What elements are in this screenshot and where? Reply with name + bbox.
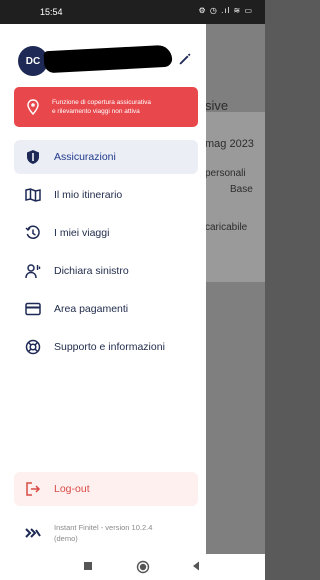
version-text: Instant Finitel - version 10.2.4 (demo) (54, 522, 152, 544)
history-icon (24, 224, 42, 242)
bg-date-fragment: mag 2023 (205, 138, 254, 150)
status-icons: ⚙ ◷ .ıl ≋ ▭ (198, 6, 253, 15)
menu-item-sinistro[interactable]: Dichiara sinistro (14, 254, 198, 288)
bg-personal-fragment: personali (205, 168, 246, 179)
bg-loadable-fragment: caricabile (205, 222, 248, 233)
menu-item-label: I miei viaggi (54, 227, 110, 239)
redacted-user-name (43, 44, 173, 74)
navigation-drawer: DC Funzione di copertura assicurativa e … (0, 24, 206, 554)
report-icon (24, 262, 42, 280)
version-line-1: Instant Finitel - version 10.2.4 (54, 523, 153, 532)
bg-base-fragment: Base (230, 184, 253, 195)
card-icon (24, 300, 42, 318)
recent-apps-icon[interactable] (82, 560, 94, 572)
version-line-2: (demo) (54, 534, 78, 543)
alert-line-1: Funzione di copertura assicurativa (52, 99, 151, 106)
location-pin-icon (27, 99, 39, 115)
menu-item-assicurazioni[interactable]: Assicurazioni (14, 140, 198, 174)
menu-item-label: Supporto e informazioni (54, 341, 165, 353)
map-icon (24, 186, 42, 204)
drawer-header: DC (0, 24, 206, 76)
bg-title-fragment: sive (205, 98, 229, 113)
menu-item-viaggi[interactable]: I miei viaggi (14, 216, 198, 250)
support-icon (24, 338, 42, 356)
shield-icon (24, 148, 42, 166)
home-icon[interactable] (136, 560, 150, 574)
app-logo-icon (24, 524, 42, 542)
menu-item-pagamenti[interactable]: Area pagamenti (14, 292, 198, 326)
logout-label: Log-out (54, 483, 90, 495)
logout-icon (24, 480, 42, 498)
coverage-inactive-alert[interactable]: Funzione di copertura assicurativa e ril… (14, 87, 198, 127)
status-time: 15:54 (40, 7, 63, 17)
menu-item-label: Area pagamenti (54, 303, 129, 315)
edit-pencil-icon[interactable] (178, 52, 192, 66)
menu-item-label: Assicurazioni (54, 151, 116, 163)
menu-item-supporto[interactable]: Supporto e informazioni (14, 330, 198, 364)
menu-item-label: Dichiara sinistro (54, 265, 129, 277)
logout-button[interactable]: Log-out (14, 472, 198, 506)
back-icon[interactable] (190, 560, 202, 572)
menu-item-itinerario[interactable]: Il mio itinerario (14, 178, 198, 212)
alert-line-2: e rilevamento viaggi non attiva (52, 108, 140, 115)
system-navigation-bar (0, 554, 265, 580)
alert-text: Funzione di copertura assicurativa e ril… (52, 98, 151, 116)
status-bar: 15:54 ⚙ ◷ .ıl ≋ ▭ (0, 0, 265, 24)
app-version: Instant Finitel - version 10.2.4 (demo) (14, 518, 198, 548)
menu-item-label: Il mio itinerario (54, 189, 123, 201)
